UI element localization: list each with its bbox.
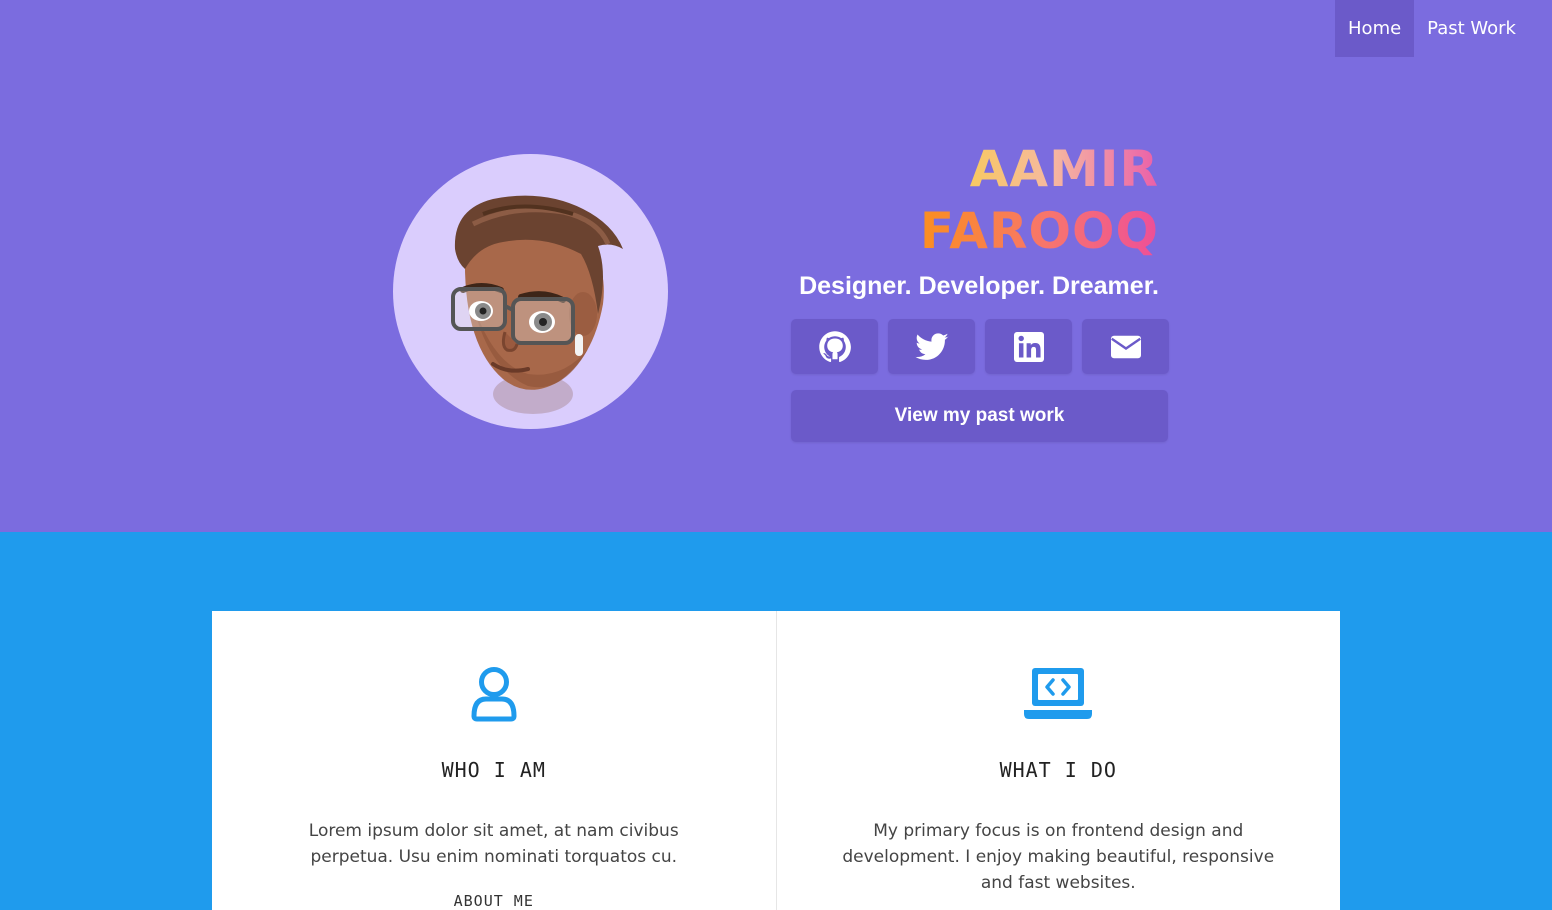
github-button[interactable] bbox=[791, 319, 878, 374]
twitter-button[interactable] bbox=[888, 319, 975, 374]
email-button[interactable] bbox=[1082, 319, 1169, 374]
card-who-i-am: WHO I AM Lorem ipsum dolor sit amet, at … bbox=[212, 611, 776, 910]
linkedin-button[interactable] bbox=[985, 319, 1072, 374]
name-last: FAROOQ bbox=[919, 202, 1159, 260]
hero-section: Home Past Work AAMIR FAROOQ Designer. De… bbox=[0, 0, 1552, 532]
about-me-link[interactable]: ABOUT ME bbox=[212, 892, 776, 910]
card-text: Lorem ipsum dolor sit amet, at nam civib… bbox=[308, 821, 679, 867]
card-title: WHO I AM bbox=[441, 758, 546, 782]
nav-past-work[interactable]: Past Work bbox=[1414, 0, 1529, 57]
nav-home[interactable]: Home bbox=[1335, 0, 1415, 57]
envelope-icon bbox=[1110, 335, 1141, 358]
card-title: WHAT I DO bbox=[999, 758, 1117, 782]
hero-tagline: Designer. Developer. Dreamer. bbox=[799, 272, 1159, 300]
social-links bbox=[791, 319, 1169, 374]
hero-name: AAMIR FAROOQ bbox=[920, 138, 1159, 262]
info-cards: WHO I AM Lorem ipsum dolor sit amet, at … bbox=[212, 611, 1340, 910]
card-what-i-do: WHAT I DO My primary focus is on fronten… bbox=[775, 611, 1341, 910]
twitter-icon bbox=[914, 332, 948, 360]
laptop-code-icon bbox=[1024, 668, 1093, 719]
card-text: My primary focus is on frontend design a… bbox=[842, 821, 1275, 893]
top-nav: Home Past Work bbox=[1335, 0, 1529, 57]
view-past-work-button[interactable]: View my past work bbox=[791, 390, 1168, 442]
avatar bbox=[393, 154, 668, 429]
name-first: AAMIR bbox=[920, 138, 1159, 200]
github-icon bbox=[818, 330, 851, 362]
user-icon bbox=[471, 667, 517, 722]
linkedin-icon bbox=[1013, 331, 1044, 362]
